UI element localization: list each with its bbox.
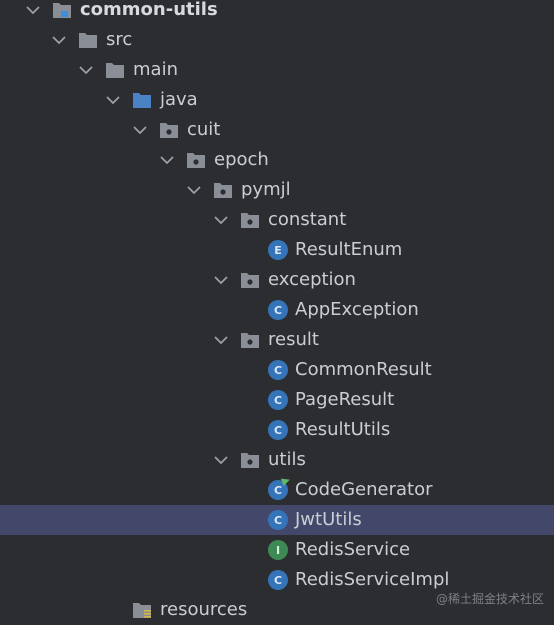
enum-icon: E bbox=[268, 240, 288, 260]
class-glyph: C bbox=[268, 360, 288, 380]
folder-icon bbox=[105, 60, 125, 80]
tree-node-label: resources bbox=[160, 599, 248, 620]
tree-node-commonresult[interactable]: C CommonResult bbox=[0, 355, 554, 385]
watermark: @稀土掘金技术社区 bbox=[435, 592, 544, 606]
project-tree: common-utils src main java cuit epoch py… bbox=[0, 0, 554, 625]
chevron-down-icon[interactable] bbox=[212, 205, 230, 235]
class-glyph: C bbox=[268, 510, 288, 530]
tree-node-label: result bbox=[268, 329, 319, 350]
package-icon bbox=[159, 120, 179, 140]
tree-node-jwtutils[interactable]: C JwtUtils bbox=[0, 505, 554, 535]
run-badge-icon bbox=[280, 475, 292, 487]
tree-node-epoch[interactable]: epoch bbox=[0, 145, 554, 175]
tree-node-label: ResultEnum bbox=[295, 239, 403, 260]
chevron-down-icon[interactable] bbox=[212, 265, 230, 295]
tree-node-label: JwtUtils bbox=[295, 509, 362, 530]
tree-node-exception[interactable]: exception bbox=[0, 265, 554, 295]
tree-node-constant[interactable]: constant bbox=[0, 205, 554, 235]
tree-node-label: AppException bbox=[295, 299, 419, 320]
tree-node-label: epoch bbox=[214, 149, 269, 170]
class-icon: C bbox=[268, 570, 288, 590]
class-glyph: C bbox=[268, 570, 288, 590]
tree-node-label: main bbox=[133, 59, 178, 80]
tree-node-resultutils[interactable]: C ResultUtils bbox=[0, 415, 554, 445]
tree-node-codegenerator[interactable]: C CodeGenerator bbox=[0, 475, 554, 505]
tree-node-label: ResultUtils bbox=[295, 419, 391, 440]
tree-node-pageresult[interactable]: C PageResult bbox=[0, 385, 554, 415]
tree-node-label: RedisServiceImpl bbox=[295, 569, 450, 590]
tree-node-main[interactable]: main bbox=[0, 55, 554, 85]
enum-glyph: E bbox=[268, 240, 288, 260]
tree-node-resultenum[interactable]: E ResultEnum bbox=[0, 235, 554, 265]
tree-node-label: common-utils bbox=[80, 0, 218, 20]
tree-node-label: constant bbox=[268, 209, 347, 230]
package-icon bbox=[213, 180, 233, 200]
class-icon: C bbox=[268, 360, 288, 380]
tree-node-result[interactable]: result bbox=[0, 325, 554, 355]
class-icon: C bbox=[268, 390, 288, 410]
tree-node-label: utils bbox=[268, 449, 306, 470]
tree-node-label: CommonResult bbox=[295, 359, 432, 380]
tree-node-cuit[interactable]: cuit bbox=[0, 115, 554, 145]
chevron-down-icon[interactable] bbox=[131, 115, 149, 145]
package-icon bbox=[240, 270, 260, 290]
tree-node-label: src bbox=[106, 29, 133, 50]
tree-node-label: java bbox=[160, 89, 198, 110]
class-glyph: C bbox=[268, 420, 288, 440]
class-glyph-letter: C bbox=[273, 483, 283, 497]
package-icon bbox=[240, 210, 260, 230]
interface-icon: I bbox=[268, 540, 288, 560]
class-icon: C bbox=[268, 420, 288, 440]
chevron-down-icon[interactable] bbox=[158, 145, 176, 175]
tree-node-utils[interactable]: utils bbox=[0, 445, 554, 475]
folder-icon bbox=[78, 30, 98, 50]
chevron-down-icon[interactable] bbox=[185, 175, 203, 205]
resources-folder-icon bbox=[132, 600, 152, 620]
chevron-down-icon[interactable] bbox=[24, 0, 42, 25]
tree-node-common-utils[interactable]: common-utils bbox=[0, 0, 554, 25]
tree-node-src[interactable]: src bbox=[0, 25, 554, 55]
class-glyph: C bbox=[268, 475, 292, 500]
tree-node-label: pymjl bbox=[241, 179, 291, 200]
class-icon: C bbox=[268, 300, 288, 320]
tree-node-label: RedisService bbox=[295, 539, 411, 560]
tree-node-label: PageResult bbox=[295, 389, 395, 410]
tree-node-java[interactable]: java bbox=[0, 85, 554, 115]
chevron-down-icon[interactable] bbox=[212, 325, 230, 355]
tree-node-redisservice[interactable]: I RedisService bbox=[0, 535, 554, 565]
class-icon: C bbox=[268, 510, 288, 530]
chevron-down-icon[interactable] bbox=[104, 85, 122, 115]
package-icon bbox=[186, 150, 206, 170]
class-glyph: C bbox=[268, 300, 288, 320]
package-icon bbox=[240, 330, 260, 350]
source-root-folder-icon bbox=[132, 90, 152, 110]
module-folder-icon bbox=[52, 0, 72, 20]
package-icon bbox=[240, 450, 260, 470]
tree-node-label: exception bbox=[268, 269, 356, 290]
chevron-down-icon[interactable] bbox=[50, 25, 68, 55]
class-glyph: C bbox=[268, 390, 288, 410]
chevron-down-icon[interactable] bbox=[212, 445, 230, 475]
chevron-down-icon[interactable] bbox=[77, 55, 95, 85]
tree-node-label: cuit bbox=[187, 119, 221, 140]
runnable-class-icon: C bbox=[268, 475, 292, 500]
tree-node-pymjl[interactable]: pymjl bbox=[0, 175, 554, 205]
tree-node-appexception[interactable]: C AppException bbox=[0, 295, 554, 325]
tree-node-label: CodeGenerator bbox=[295, 479, 433, 500]
interface-glyph: I bbox=[268, 540, 288, 560]
